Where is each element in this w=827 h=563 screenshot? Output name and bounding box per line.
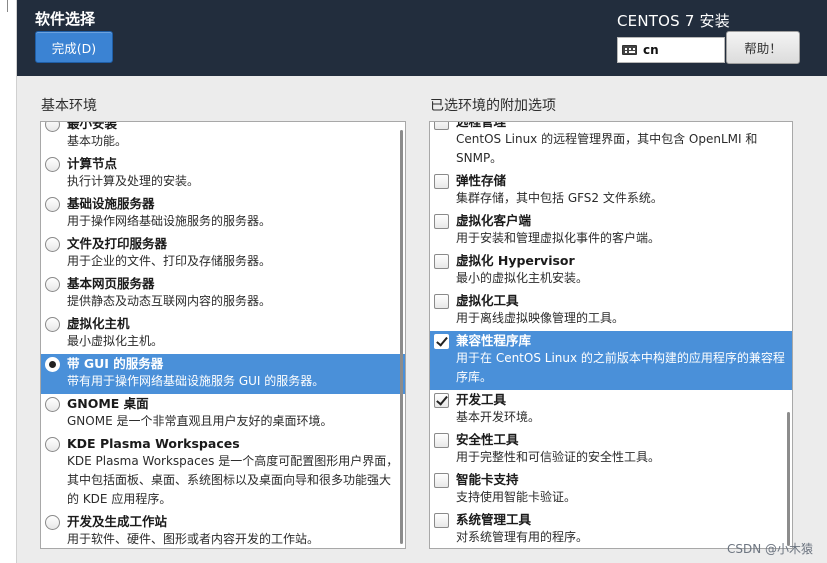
option-name: 最小安装 <box>67 121 118 131</box>
checkbox[interactable] <box>434 393 449 408</box>
left-edge-strip <box>0 0 17 563</box>
option-description: 最小虚拟化主机。 <box>67 334 164 348</box>
option-name: 基本网页服务器 <box>67 276 155 291</box>
option-name: 智能卡支持 <box>456 472 519 487</box>
help-button[interactable]: 帮助！ <box>726 31 800 64</box>
base-environment-title: 基本环境 <box>41 98 97 114</box>
radio-button[interactable] <box>45 277 60 292</box>
checkbox[interactable] <box>434 174 449 189</box>
option-description: 支持使用智能卡验证。 <box>456 490 577 504</box>
option-name: 虚拟化 Hypervisor <box>456 253 575 268</box>
addons-title: 已选环境的附加选项 <box>430 98 556 114</box>
option-name: 弹性存储 <box>456 173 507 188</box>
checkbox[interactable] <box>434 473 449 488</box>
radio-button[interactable] <box>45 237 60 252</box>
option-name: 远程管理 <box>456 121 507 129</box>
option-description: 用于软件、硬件、图形或者内容开发的工作站。 <box>67 532 320 546</box>
option-description: 基本功能。 <box>67 134 128 148</box>
option-description: 用于在 CentOS Linux 的之前版本中构建的应用程序的兼容程序库。 <box>456 351 785 384</box>
environment-option[interactable]: 带 GUI 的服务器带有用于操作网络基础设施服务 GUI 的服务器。 <box>41 354 405 394</box>
addon-option[interactable]: 远程管理 CentOS Linux 的远程管理界面，其中包含 OpenLMI 和 … <box>430 121 792 171</box>
keyboard-icon <box>622 45 637 55</box>
addon-option[interactable]: 虚拟化客户端用于安装和管理虚拟化事件的客户端。 <box>430 211 792 251</box>
addon-option[interactable]: 智能卡支持支持使用智能卡验证。 <box>430 470 792 510</box>
option-description: CentOS Linux 的远程管理界面，其中包含 OpenLMI 和 SNMP… <box>456 132 758 165</box>
option-description: 用于完整性和可信验证的安全性工具。 <box>456 450 661 464</box>
environment-option[interactable]: 最小安装 基本功能。 <box>41 121 405 154</box>
base-list-scrollbar[interactable] <box>400 130 403 544</box>
checkbox[interactable] <box>434 122 449 130</box>
option-description: 最小的虚拟化主机安装。 <box>456 271 589 285</box>
environment-option[interactable]: 虚拟化主机最小虚拟化主机。 <box>41 314 405 354</box>
environment-option[interactable]: 计算节点执行计算及处理的安装。 <box>41 154 405 194</box>
done-button[interactable]: 完成(D) <box>35 31 113 63</box>
environment-option[interactable]: 基本网页服务器提供静态及动态互联网内容的服务器。 <box>41 274 405 314</box>
edge-tick <box>7 0 8 12</box>
checkbox[interactable] <box>434 433 449 448</box>
header-bar: 软件选择 完成(D) CENTOS 7 安装 cn 帮助！ <box>17 0 827 76</box>
radio-button[interactable] <box>45 397 60 412</box>
radio-button[interactable] <box>45 122 60 132</box>
addon-option[interactable]: 安全性工具用于完整性和可信验证的安全性工具。 <box>430 430 792 470</box>
addon-option[interactable]: 开发工具基本开发环境。 <box>430 390 792 430</box>
option-description: GNOME 是一个非常直观且用户友好的桌面环境。 <box>67 414 333 428</box>
option-description: 用于离线虚拟映像管理的工具。 <box>456 311 625 325</box>
environment-option[interactable]: 基础设施服务器用于操作网络基础设施服务的服务器。 <box>41 194 405 234</box>
addon-option[interactable]: 虚拟化 Hypervisor 最小的虚拟化主机安装。 <box>430 251 792 291</box>
option-description: KDE Plasma Workspaces 是一个高度可配置图形用户界面，其中包… <box>67 454 399 506</box>
option-name: 兼容性程序库 <box>456 333 532 348</box>
option-name: GNOME 桌面 <box>67 396 149 411</box>
checkbox[interactable] <box>434 513 449 528</box>
option-name: 基础设施服务器 <box>67 196 155 211</box>
option-name: 安全性工具 <box>456 432 519 447</box>
environment-option[interactable]: KDE Plasma Workspaces KDE Plasma Workspac… <box>41 434 405 512</box>
addon-option[interactable]: 弹性存储集群存储，其中包括 GFS2 文件系统。 <box>430 171 792 211</box>
option-name: 文件及打印服务器 <box>67 236 168 251</box>
addons-list: 远程管理 CentOS Linux 的远程管理界面，其中包含 OpenLMI 和 … <box>429 121 793 549</box>
option-name: 带 GUI 的服务器 <box>67 356 164 371</box>
option-name: 开发工具 <box>456 392 507 407</box>
option-name: 开发及生成工作站 <box>67 514 168 529</box>
checkbox[interactable] <box>434 294 449 309</box>
option-description: 用于安装和管理虚拟化事件的客户端。 <box>456 231 661 245</box>
addons-list-scrollbar[interactable] <box>787 412 790 546</box>
option-name: 虚拟化主机 <box>67 316 130 331</box>
option-description: 带有用于操作网络基础设施服务 GUI 的服务器。 <box>67 374 325 388</box>
option-name: 计算节点 <box>67 156 118 171</box>
option-name: 虚拟化客户端 <box>456 213 532 228</box>
radio-button[interactable] <box>45 437 60 452</box>
product-title: CENTOS 7 安装 <box>617 12 730 30</box>
keyboard-layout-label: cn <box>643 43 659 57</box>
watermark: CSDN @小木猿 <box>726 542 813 556</box>
radio-button[interactable] <box>45 197 60 212</box>
radio-button[interactable] <box>45 317 60 332</box>
option-description: 用于企业的文件、打印及存储服务器。 <box>67 254 272 268</box>
option-description: 集群存储，其中包括 GFS2 文件系统。 <box>456 191 663 205</box>
radio-button[interactable] <box>45 515 60 530</box>
option-name: 系统管理工具 <box>456 512 532 527</box>
radio-button[interactable] <box>45 157 60 172</box>
environment-option[interactable]: 开发及生成工作站用于软件、硬件、图形或者内容开发的工作站。 <box>41 512 405 548</box>
checkbox[interactable] <box>434 334 449 349</box>
option-description: 用于操作网络基础设施服务的服务器。 <box>67 214 272 228</box>
option-description: 提供静态及动态互联网内容的服务器。 <box>67 294 272 308</box>
environment-option[interactable]: 文件及打印服务器用于企业的文件、打印及存储服务器。 <box>41 234 405 274</box>
radio-button[interactable] <box>45 357 60 372</box>
addon-option[interactable]: 兼容性程序库用于在 CentOS Linux 的之前版本中构建的应用程序的兼容程… <box>430 331 792 390</box>
keyboard-layout-indicator[interactable]: cn <box>617 37 725 63</box>
checkbox[interactable] <box>434 214 449 229</box>
environment-option[interactable]: GNOME 桌面 GNOME 是一个非常直观且用户友好的桌面环境。 <box>41 394 405 434</box>
checkbox[interactable] <box>434 254 449 269</box>
base-environment-list: 最小安装基本功能。计算节点执行计算及处理的安装。 基础设施服务器用于操作网络基础设… <box>40 121 406 549</box>
option-description: 执行计算及处理的安装。 <box>67 174 200 188</box>
option-name: 虚拟化工具 <box>456 293 519 308</box>
page-title: 软件选择 <box>35 10 96 28</box>
addon-option[interactable]: 虚拟化工具用于离线虚拟映像管理的工具。 <box>430 291 792 331</box>
option-name: KDE Plasma Workspaces <box>67 436 240 451</box>
option-description: 基本开发环境。 <box>456 410 541 424</box>
